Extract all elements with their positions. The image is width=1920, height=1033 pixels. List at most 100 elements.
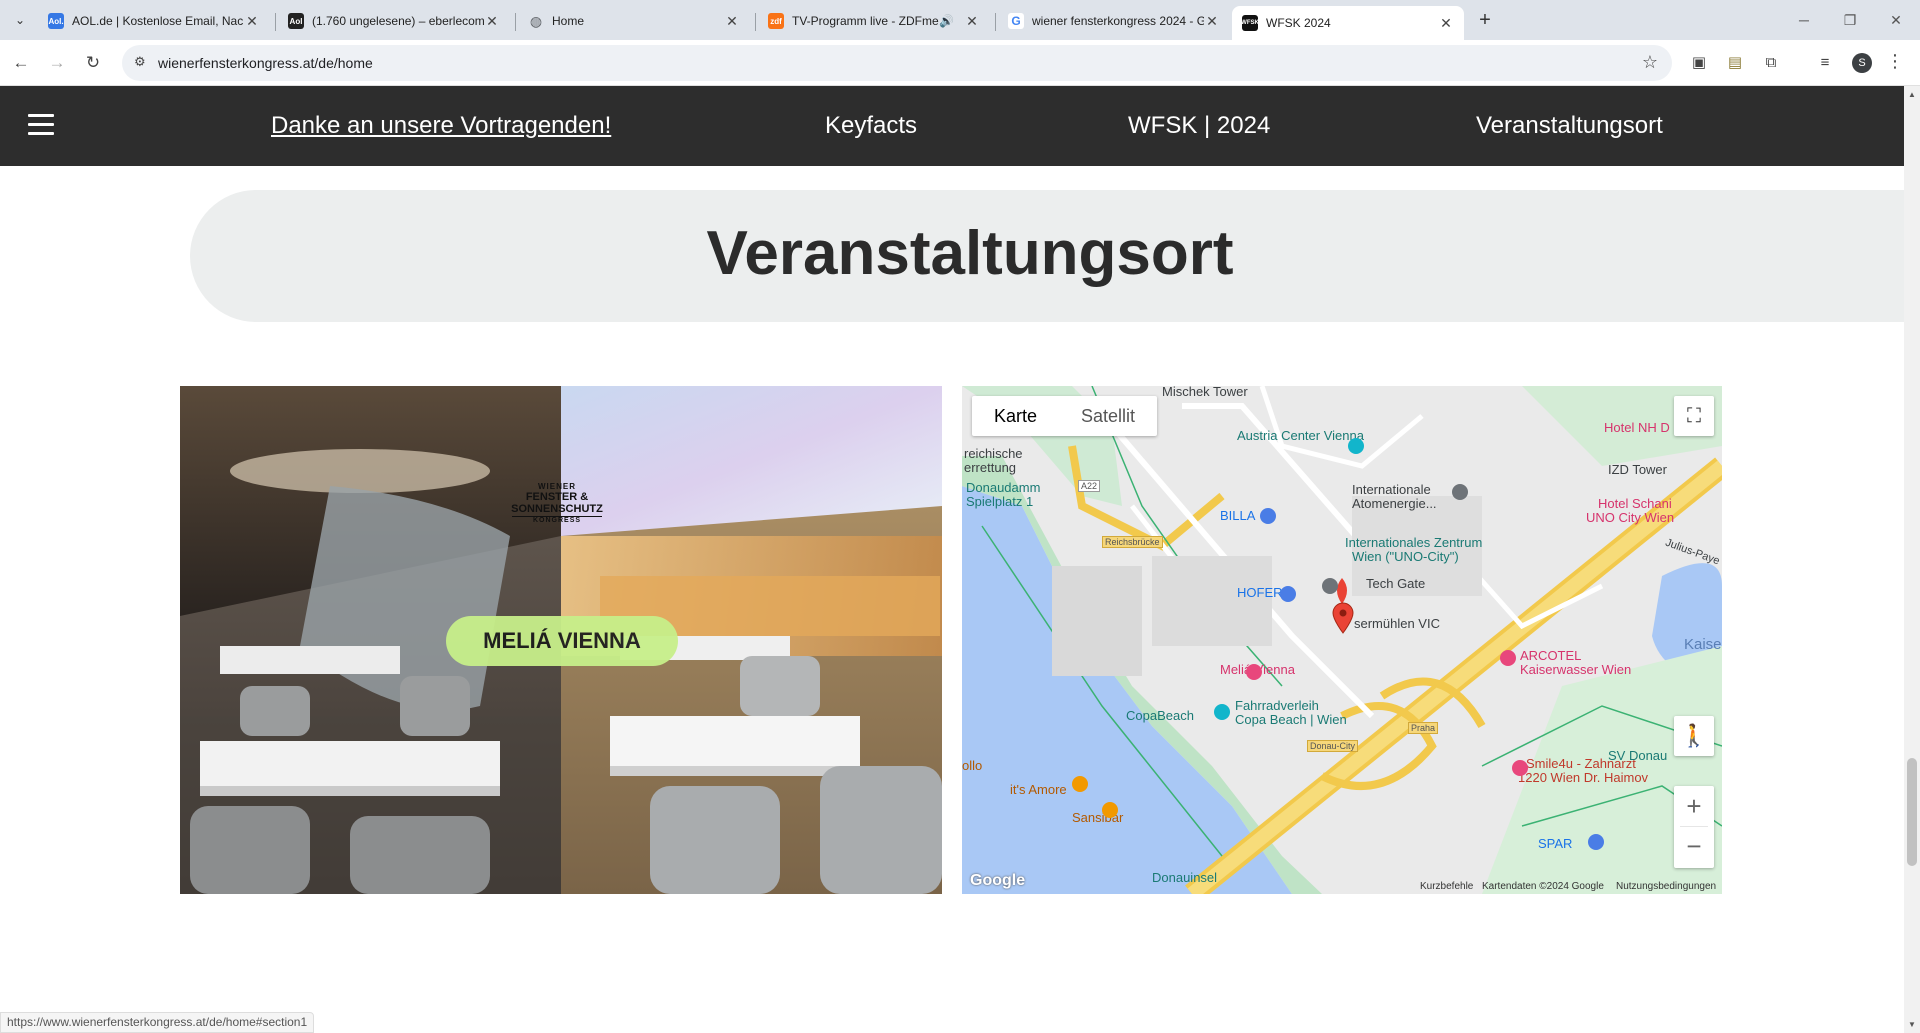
aol-mail-favicon-icon: Aol (288, 13, 304, 29)
map-type-karte[interactable]: Karte (972, 396, 1059, 436)
speaker-icon[interactable]: 🔊 (939, 14, 954, 28)
extension-icon[interactable]: ▣ (1688, 52, 1710, 74)
new-tab-plus-icon[interactable]: + (1472, 8, 1498, 34)
google-logo[interactable]: Google (970, 872, 1025, 890)
map-shortcuts-link[interactable]: Kurzbefehle (1420, 881, 1473, 892)
map-label[interactable]: Tech Gate (1366, 576, 1425, 591)
tab-close-icon[interactable]: ✕ (964, 13, 980, 30)
page-scrollbar[interactable]: ▲ ▼ (1904, 86, 1920, 1033)
poi-marker-icon[interactable] (1452, 484, 1468, 500)
map-label[interactable]: SPAR (1538, 836, 1572, 851)
street-view-pegman-icon[interactable]: 🚶 (1674, 716, 1714, 756)
poi-marker-icon[interactable] (1260, 508, 1276, 524)
aol-favicon-icon: Aol. (48, 13, 64, 29)
browser-tab[interactable]: Aol (1.760 ungelesene) – eberlecom ✕ (278, 6, 510, 36)
map-label[interactable]: Atomenergie... (1352, 496, 1437, 511)
minimize-icon[interactable]: ─ (1784, 8, 1824, 32)
scroll-up-arrow-icon[interactable]: ▲ (1908, 90, 1916, 99)
google-map[interactable]: Karte Satellit ⛶ 🚶 + − Mischek Tower Aus… (962, 386, 1722, 894)
map-data-attribution[interactable]: Kartendaten ©2024 Google (1482, 881, 1604, 892)
window-close-icon[interactable]: ✕ (1876, 8, 1916, 32)
site-info-icon[interactable]: ⚙ (134, 54, 146, 70)
tab-close-icon[interactable]: ✕ (244, 13, 260, 30)
poi-marker-icon[interactable] (1280, 586, 1296, 602)
poi-marker-icon[interactable] (1246, 664, 1262, 680)
zoom-out-icon[interactable]: − (1674, 827, 1714, 867)
map-label[interactable]: ARCOTEL (1520, 648, 1581, 663)
poi-marker-icon[interactable] (1214, 704, 1230, 720)
tab-close-icon[interactable]: ✕ (1438, 15, 1454, 32)
tab-close-icon[interactable]: ✕ (484, 13, 500, 30)
map-label[interactable]: ollo (962, 758, 982, 773)
browser-menu-icon[interactable]: ⋮ (1886, 51, 1904, 72)
profile-avatar[interactable]: S (1852, 53, 1872, 73)
restore-icon[interactable]: ❐ (1830, 8, 1870, 32)
google-favicon-icon: G (1008, 13, 1024, 29)
poi-marker-icon[interactable] (1072, 776, 1088, 792)
map-terms-link[interactable]: Nutzungsbedingungen (1616, 881, 1716, 892)
poi-marker-icon[interactable] (1348, 438, 1364, 454)
poi-marker-icon[interactable] (1500, 650, 1516, 666)
map-label[interactable]: errettung (964, 460, 1016, 475)
map-label[interactable]: sermühlen VIC (1354, 616, 1440, 631)
poi-marker-icon[interactable] (1588, 834, 1604, 850)
tab-close-icon[interactable]: ✕ (1204, 13, 1220, 30)
browser-tab[interactable]: ◍ Home ✕ (518, 6, 750, 36)
bookmark-star-icon[interactable]: ☆ (1642, 52, 1658, 73)
map-label[interactable]: Internationale (1352, 482, 1431, 497)
map-label[interactable]: reichische (964, 446, 1023, 461)
map-label[interactable]: 1220 Wien Dr. Haimov (1518, 770, 1648, 785)
media-control-icon[interactable]: ≡ (1814, 52, 1836, 74)
map-label[interactable]: IZD Tower (1608, 462, 1667, 477)
map-label[interactable]: HOFER (1237, 585, 1283, 600)
map-label[interactable]: Copa Beach | Wien (1235, 712, 1347, 727)
map-label[interactable]: CopaBeach (1126, 708, 1194, 723)
map-label[interactable]: Fahrradverleih (1235, 698, 1319, 713)
browser-tab-active[interactable]: WFSK WFSK 2024 ✕ (1232, 6, 1464, 40)
poi-marker-icon[interactable] (1322, 578, 1338, 594)
map-label[interactable]: it's Amore (1010, 782, 1067, 797)
map-pin-marker[interactable] (1332, 602, 1354, 634)
web-page: Danke an unsere Vortragenden! Keyfacts W… (0, 86, 1904, 1033)
browser-tab[interactable]: zdf TV-Programm live - ZDFme 🔊 ✕ (758, 6, 990, 36)
zoom-in-icon[interactable]: + (1674, 786, 1714, 826)
tab-separator (995, 13, 996, 31)
map-label[interactable]: Internationales Zentrum (1345, 535, 1482, 550)
map-label[interactable]: Kaiserwasser Wien (1520, 662, 1631, 677)
map-label[interactable]: Austria Center Vienna (1237, 428, 1364, 443)
map-label[interactable]: UNO City Wien (1586, 510, 1674, 525)
map-label[interactable]: Hotel NH D (1604, 420, 1670, 435)
address-bar[interactable]: ⚙ wienerfensterkongress.at/de/home ☆ (122, 45, 1672, 81)
map-label[interactable]: Donaudamm (966, 480, 1040, 495)
map-label[interactable]: Spielplatz 1 (966, 494, 1033, 509)
extension-icon[interactable]: ▤ (1724, 52, 1746, 74)
map-label[interactable]: SV Donau (1608, 748, 1667, 763)
fullscreen-icon[interactable]: ⛶ (1674, 396, 1714, 436)
map-label[interactable]: Wien ("UNO-City") (1352, 549, 1459, 564)
road-label: Donau-City (1307, 740, 1359, 752)
nav-link-wfsk-2024[interactable]: WFSK | 2024 (1128, 112, 1270, 140)
back-arrow-icon[interactable]: ← (8, 50, 34, 76)
forward-arrow-icon[interactable]: → (44, 50, 70, 76)
hamburger-menu-icon[interactable] (28, 114, 54, 136)
section-heading-banner: Veranstaltungsort (190, 190, 1904, 322)
puzzle-extensions-icon[interactable]: ⧉ (1760, 52, 1782, 74)
nav-link-veranstaltungsort[interactable]: Veranstaltungsort (1476, 112, 1663, 140)
scroll-down-arrow-icon[interactable]: ▼ (1908, 1020, 1916, 1029)
reload-icon[interactable]: ↻ (80, 50, 106, 76)
url-text[interactable]: wienerfensterkongress.at/de/home (158, 55, 373, 71)
scrollbar-thumb[interactable] (1907, 758, 1917, 866)
map-type-satellit[interactable]: Satellit (1059, 396, 1157, 436)
map-label[interactable]: BILLA (1220, 508, 1255, 523)
map-label[interactable]: Hotel Schani (1598, 496, 1672, 511)
tab-search-chevron-icon[interactable]: ⌄ (8, 8, 32, 32)
tab-close-icon[interactable]: ✕ (724, 13, 740, 30)
map-label[interactable]: Donauinsel (1152, 870, 1217, 885)
map-label[interactable]: Mischek Tower (1162, 386, 1248, 399)
nav-link-keyfacts[interactable]: Keyfacts (825, 112, 917, 140)
browser-tab[interactable]: G wiener fensterkongress 2024 - G ✕ (998, 6, 1230, 36)
poi-marker-icon[interactable] (1512, 760, 1528, 776)
nav-link-vortragende[interactable]: Danke an unsere Vortragenden! (271, 112, 611, 140)
poi-marker-icon[interactable] (1102, 802, 1118, 818)
browser-tab[interactable]: Aol. AOL.de | Kostenlose Email, Nachr ✕ (38, 6, 270, 36)
